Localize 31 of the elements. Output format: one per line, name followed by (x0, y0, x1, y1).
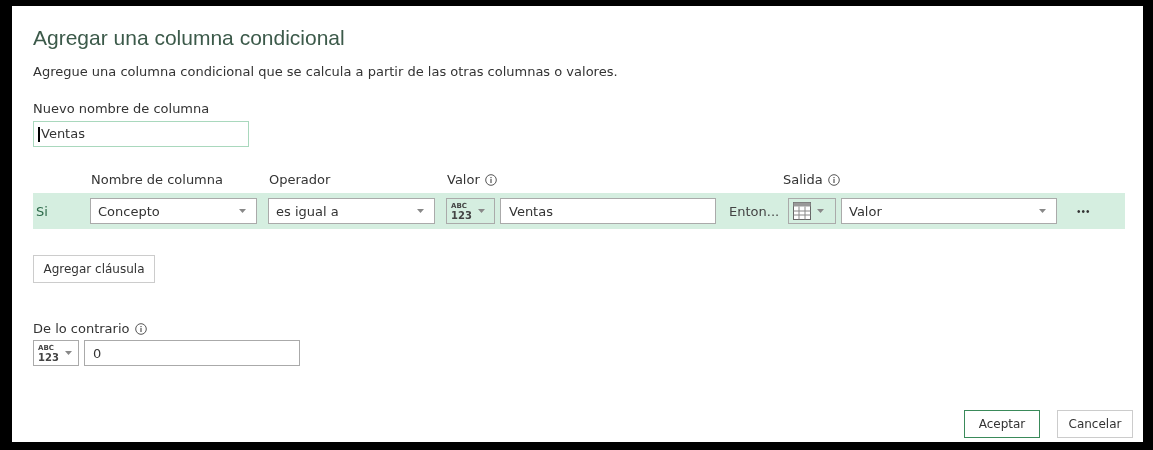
add-clause-button[interactable]: Agregar cláusula (33, 255, 155, 283)
dropdown-arrow-icon (64, 351, 72, 355)
output-dropdown[interactable]: Valor (841, 198, 1057, 224)
column-header: Nombre de columna (91, 172, 223, 188)
info-icon (134, 323, 147, 335)
field-label: Nuevo nombre de columna (33, 101, 211, 117)
dialog-description: Agregue una columna condicional que se calcula a partir de las otras columnas o valores. (33, 64, 619, 80)
dropdown-arrow-icon (477, 209, 485, 213)
column-header: Operador (269, 172, 331, 188)
operator-dropdown[interactable]: es igual a (268, 198, 435, 224)
more-options-button[interactable]: ••• (1073, 205, 1095, 217)
then-label: Enton... (729, 203, 781, 219)
value-field[interactable]: Ventas (500, 198, 716, 224)
output-type-selector[interactable] (788, 198, 836, 224)
cancel-button[interactable]: Cancelar (1057, 410, 1133, 438)
ok-button[interactable]: Aceptar (964, 410, 1040, 438)
dropdown-arrow-icon (1039, 209, 1046, 213)
input-field[interactable]: Ventas (33, 121, 249, 147)
dropdown-arrow-icon (239, 209, 246, 213)
column-dropdown[interactable]: Concepto (90, 198, 257, 224)
dropdown-arrow-icon (817, 209, 824, 213)
info-icon (484, 174, 497, 186)
field-label: De lo contrario (33, 321, 130, 337)
column-header: Salida (783, 172, 823, 188)
info-icon (827, 174, 840, 186)
dropdown-arrow-icon (417, 209, 424, 213)
dialog-title: Agregar una columna condicional (33, 25, 346, 51)
column-header: Valor (447, 172, 480, 188)
otherwise-field[interactable]: 0 (84, 340, 300, 366)
table-icon (793, 202, 811, 220)
if-label: Si (35, 203, 49, 219)
